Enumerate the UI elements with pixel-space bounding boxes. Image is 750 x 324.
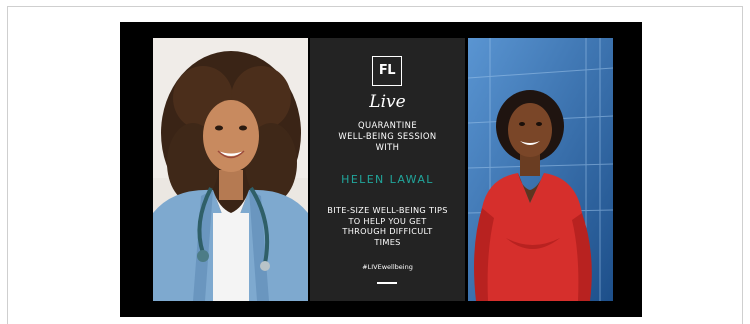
doctor-illustration	[153, 38, 308, 301]
host-illustration	[468, 38, 613, 301]
session-title: QUARANTINE WELL-BEING SESSION WITH	[338, 120, 437, 152]
host-name: HELEN LAWAL	[341, 173, 434, 186]
live-label: Live	[369, 92, 406, 112]
video-banner: FL Live QUARANTINE WELL-BEING SESSION WI…	[120, 22, 642, 317]
hashtag: #LIVEwellbeing	[362, 263, 413, 271]
session-info-panel: FL Live QUARANTINE WELL-BEING SESSION WI…	[310, 38, 465, 301]
fl-logo: FL	[372, 56, 402, 86]
host-photo	[468, 38, 613, 301]
doctor-photo	[153, 38, 308, 301]
tagline: BITE-SIZE WELL-BEING TIPS TO HELP YOU GE…	[327, 205, 448, 247]
divider-dash	[377, 282, 397, 284]
